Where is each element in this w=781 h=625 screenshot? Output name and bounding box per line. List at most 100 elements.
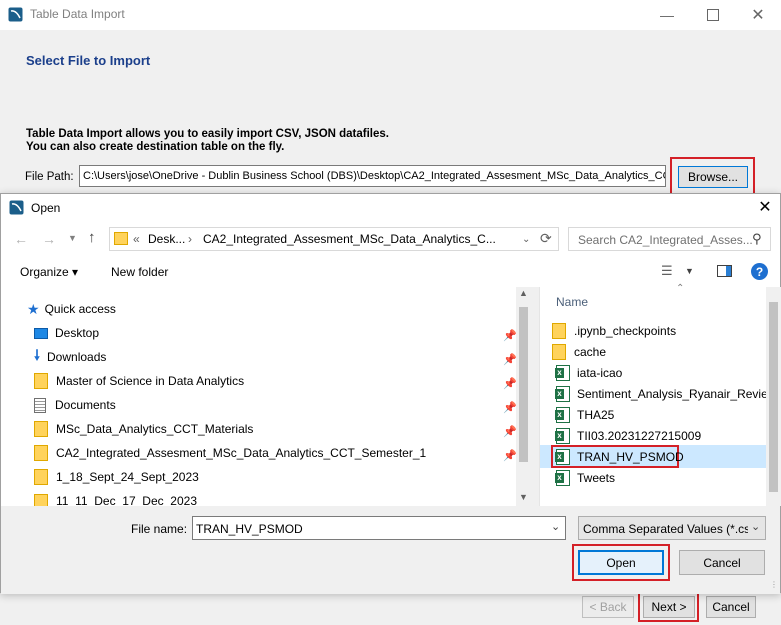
folder-icon xyxy=(34,421,48,437)
excel-file-icon: x xyxy=(555,385,570,402)
back-arrow-icon[interactable]: ← xyxy=(14,231,28,247)
file-name-label: TII03.20231227215009 xyxy=(577,428,702,443)
nav-item-dec-folder[interactable]: 11_11_Dec_17_Dec_2023 xyxy=(34,490,197,506)
file-path-input[interactable]: C:\Users\jose\OneDrive - Dublin Business… xyxy=(79,165,666,187)
pin-icon[interactable]: 📌 xyxy=(503,377,517,390)
up-arrow-icon[interactable]: ↑ xyxy=(88,229,96,246)
breadcrumb-separator-icon: › xyxy=(188,232,192,246)
next-button[interactable]: Next > xyxy=(643,596,695,618)
dialog-title: Open xyxy=(31,201,61,215)
nav-item-label: Documents xyxy=(55,398,116,412)
address-dropdown-icon[interactable]: ⌄ xyxy=(522,234,530,245)
folder-icon xyxy=(552,343,566,360)
address-bar[interactable]: « Desk... › CA2_Integrated_Assesment_MSc… xyxy=(109,227,559,251)
preview-pane-icon[interactable] xyxy=(717,265,732,277)
file-name-input[interactable]: TRAN_HV_PSMOD ⌄ xyxy=(192,516,566,540)
excel-file-icon: x xyxy=(555,406,570,423)
resize-grip-icon[interactable]: ⋮ xyxy=(770,580,778,589)
nav-item-downloads[interactable]: 🠗 Downloads xyxy=(34,346,106,368)
file-item-tran-hv-psmod[interactable]: x TRAN_HV_PSMOD xyxy=(555,446,781,467)
nav-item-documents[interactable]: Documents xyxy=(34,394,116,416)
dialog-cancel-button[interactable]: Cancel xyxy=(679,550,765,575)
pin-icon[interactable]: 📌 xyxy=(503,353,517,366)
file-item-iata-icao[interactable]: x iata-icao xyxy=(555,362,781,383)
forward-arrow-icon[interactable]: → xyxy=(42,231,56,247)
scroll-down-icon[interactable]: ▼ xyxy=(519,492,528,502)
nav-item-desktop[interactable]: Desktop xyxy=(34,322,99,344)
view-options-icon[interactable]: ☰ xyxy=(661,263,673,279)
file-item-tii03[interactable]: x TII03.20231227215009 xyxy=(555,425,781,446)
scroll-thumb[interactable] xyxy=(519,307,528,462)
view-dropdown-icon[interactable]: ▼ xyxy=(685,266,694,276)
pin-icon[interactable]: 📌 xyxy=(503,329,517,342)
wizard-titlebar: Table Data Import — ✕ xyxy=(0,0,781,30)
page-heading: Select File to Import xyxy=(26,53,151,68)
file-item-cache[interactable]: cache xyxy=(552,341,781,362)
folder-icon xyxy=(34,445,48,461)
new-folder-button[interactable]: New folder xyxy=(111,265,168,279)
excel-file-icon: x xyxy=(555,364,570,381)
nav-item-label: 1_18_Sept_24_Sept_2023 xyxy=(56,470,199,484)
file-name-label: .ipynb_checkpoints xyxy=(574,323,677,338)
nav-item-label: MSc_Data_Analytics_CCT_Materials xyxy=(56,422,254,436)
navigation-pane: ★ Quick access Desktop 🠗 Downloads Maste… xyxy=(1,287,531,506)
organize-menu[interactable]: Organize ▾ xyxy=(20,265,78,279)
column-header-name[interactable]: Name xyxy=(556,295,588,309)
scroll-thumb[interactable] xyxy=(769,302,778,492)
documents-icon xyxy=(34,397,46,413)
nav-item-label: Master of Science in Data Analytics xyxy=(56,374,245,388)
nav-item-sept-folder[interactable]: 1_18_Sept_24_Sept_2023 xyxy=(34,466,199,488)
close-icon: ✕ xyxy=(758,199,772,216)
file-name-label: cache xyxy=(574,344,607,359)
file-name-value: TRAN_HV_PSMOD xyxy=(196,522,303,536)
nav-item-label: CA2_Integrated_Assesment_MSc_Data_Analyt… xyxy=(56,446,427,460)
file-item-tha25[interactable]: x THA25 xyxy=(555,404,781,425)
file-item-tweets[interactable]: x Tweets xyxy=(555,467,781,488)
chevron-down-icon[interactable]: ⌄ xyxy=(551,520,560,533)
folder-icon xyxy=(34,469,48,485)
pin-icon[interactable]: 📌 xyxy=(503,425,517,438)
nav-item-label: 11_11_Dec_17_Dec_2023 xyxy=(56,494,198,506)
nav-scrollbar[interactable]: ▲ ▼ xyxy=(516,287,531,506)
maximize-button[interactable] xyxy=(690,0,736,30)
folder-icon xyxy=(114,232,128,245)
dialog-close-button[interactable]: ✕ xyxy=(753,196,777,218)
nav-item-msc-materials[interactable]: MSc_Data_Analytics_CCT_Materials xyxy=(34,418,253,440)
breadcrumb-desktop[interactable]: Desk... xyxy=(148,232,185,246)
file-type-select[interactable]: Comma Separated Values (*.csv ⌄ xyxy=(578,516,766,540)
nav-item-master-of-science[interactable]: Master of Science in Data Analytics xyxy=(34,370,244,392)
browse-button[interactable]: Browse... xyxy=(678,166,748,188)
recent-locations-icon[interactable]: ▼ xyxy=(68,233,77,243)
folder-icon xyxy=(34,494,48,506)
file-scrollbar[interactable] xyxy=(766,287,781,506)
search-input[interactable]: Search CA2_Integrated_Asses... ⚲ xyxy=(568,227,771,251)
file-name-label: TRAN_HV_PSMOD xyxy=(577,449,684,464)
pin-icon[interactable]: 📌 xyxy=(503,401,517,414)
help-icon[interactable]: ? xyxy=(751,263,768,280)
refresh-icon[interactable]: ⟳ xyxy=(540,230,552,247)
back-button[interactable]: < Back xyxy=(582,596,634,618)
close-button[interactable]: ✕ xyxy=(735,0,781,30)
app-logo-icon xyxy=(8,7,23,22)
download-icon: 🠗 xyxy=(34,347,41,363)
wizard-cancel-button[interactable]: Cancel xyxy=(706,596,756,618)
description-line-2: You can also create destination table on… xyxy=(26,141,285,153)
pin-icon[interactable]: 📌 xyxy=(503,449,517,462)
file-item-sentiment-analysis[interactable]: x Sentiment_Analysis_Ryanair_Reviews xyxy=(555,383,781,404)
minimize-button[interactable]: — xyxy=(644,0,690,30)
breadcrumb-folder[interactable]: CA2_Integrated_Assesment_MSc_Data_Analyt… xyxy=(203,232,496,246)
breadcrumb-overflow[interactable]: « xyxy=(133,232,140,246)
search-icon: ⚲ xyxy=(752,231,762,246)
nav-item-ca2-folder[interactable]: CA2_Integrated_Assesment_MSc_Data_Analyt… xyxy=(34,442,426,464)
file-item-ipynb-checkpoints[interactable]: .ipynb_checkpoints xyxy=(552,320,781,341)
nav-item-quick-access[interactable]: ★ Quick access xyxy=(27,298,116,320)
file-list-pane: ⌃ Name .ipynb_checkpoints cache x iata-i… xyxy=(539,283,781,506)
open-button[interactable]: Open xyxy=(578,550,664,575)
dialog-toolbar: Organize ▾ New folder ☰ ▼ ? xyxy=(1,257,780,287)
scroll-up-icon[interactable]: ▲ xyxy=(519,288,528,298)
file-name-label: File name: xyxy=(131,522,188,536)
search-placeholder: Search CA2_Integrated_Asses... xyxy=(578,233,753,247)
dialog-app-icon xyxy=(9,200,24,215)
file-name-label: iata-icao xyxy=(577,365,623,380)
nav-item-label: Desktop xyxy=(55,326,100,340)
